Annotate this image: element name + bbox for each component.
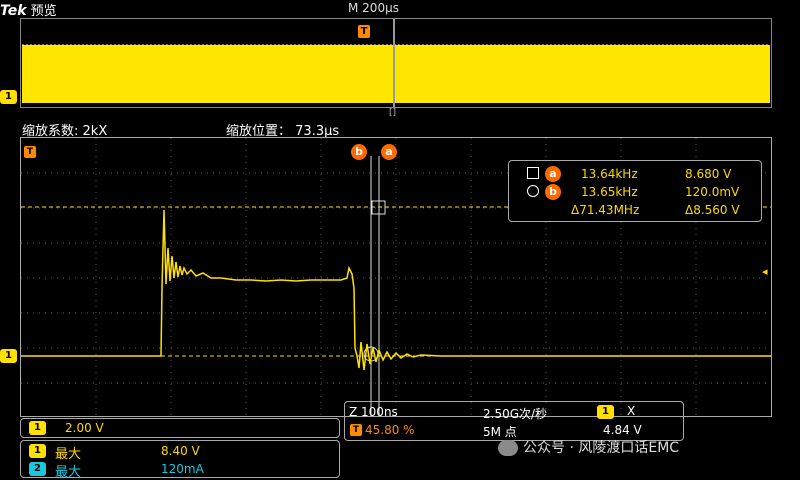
stat-ch2-marker: 2 <box>29 462 46 476</box>
cursor-a-row: a 13.64kHz 8.680 V <box>509 165 761 183</box>
zoom-window-marker[interactable]: [] <box>389 108 396 118</box>
wechat-icon <box>498 440 518 456</box>
trigger-pos-marker: T <box>350 424 362 436</box>
overview-waveform[interactable] <box>20 18 772 108</box>
cursor-a-row-tag: a <box>545 166 561 182</box>
max-stats-panel[interactable]: 1 最大 8.40 V 2 最大 120mA <box>20 440 340 480</box>
cursor-a-value: 8.680 V <box>685 167 732 181</box>
circle-icon <box>527 185 539 197</box>
trigger-time-marker[interactable]: T <box>24 146 36 158</box>
stat-ch1-marker: 1 <box>29 444 46 458</box>
acquisition-panel[interactable]: Z 100ns 2.50G次/秒 1 X T 45.80 % 5M 点 4.84… <box>344 401 684 441</box>
brand-logo: Tek <box>0 3 27 19</box>
cursor-b-tag[interactable]: b <box>351 144 367 160</box>
brand-label: Tek 预览 <box>0 0 57 19</box>
ch1-scale-value: 2.00 V <box>65 421 104 435</box>
cursor-b-row: b 13.65kHz 120.0mV <box>509 183 761 201</box>
stat-ch1-label: 最大 <box>55 447 82 462</box>
trigger-slope-icon: X <box>627 404 636 418</box>
zoom-timebase: Z 100ns <box>349 405 398 419</box>
cursor-b-value: 120.0mV <box>685 185 740 199</box>
delta-freq: Δ71.43MHz <box>571 203 640 217</box>
cursor-delta-row: Δ71.43MHz Δ8.560 V <box>509 201 761 219</box>
cursor-readout-panel: a 13.64kHz 8.680 V b 13.65kHz 120.0mV Δ7… <box>508 160 762 222</box>
trigger-source-marker: 1 <box>597 405 614 419</box>
overview-svg <box>22 19 770 107</box>
cursor-b-row-tag: b <box>545 184 561 200</box>
cursor-a-freq: 13.64kHz <box>581 167 638 181</box>
trigger-position: 45.80 % <box>365 423 415 437</box>
watermark: 公众号 · 风陵渡口话EMC <box>498 437 679 457</box>
sample-rate: 2.50G次/秒 <box>483 407 548 421</box>
ch1-overview-ground-marker[interactable]: 1 <box>0 90 17 104</box>
watermark-text: 公众号 · 风陵渡口话EMC <box>523 440 680 456</box>
stat-ch2-value: 120mA <box>161 462 204 476</box>
stat-ch1-value: 8.40 V <box>161 444 200 458</box>
trigger-level: 4.84 V <box>603 423 642 437</box>
mode-label: 预览 <box>30 4 57 19</box>
trigger-level-arrow-icon[interactable]: ◂ <box>762 265 768 278</box>
stat-ch2-label: 最大 <box>55 465 82 480</box>
timebase-readout[interactable]: M 200µs <box>348 1 399 15</box>
overview-signal-band <box>22 45 770 103</box>
cursor-b-freq: 13.65kHz <box>581 185 638 199</box>
ch1-scale-panel[interactable]: 1 2.00 V <box>20 418 340 438</box>
ch1-scale-marker: 1 <box>29 421 46 435</box>
ch1-ground-marker[interactable]: 1 <box>0 349 17 363</box>
delta-value: Δ8.560 V <box>685 203 740 217</box>
cursor-a-tag[interactable]: a <box>381 144 397 160</box>
square-icon <box>527 167 539 179</box>
